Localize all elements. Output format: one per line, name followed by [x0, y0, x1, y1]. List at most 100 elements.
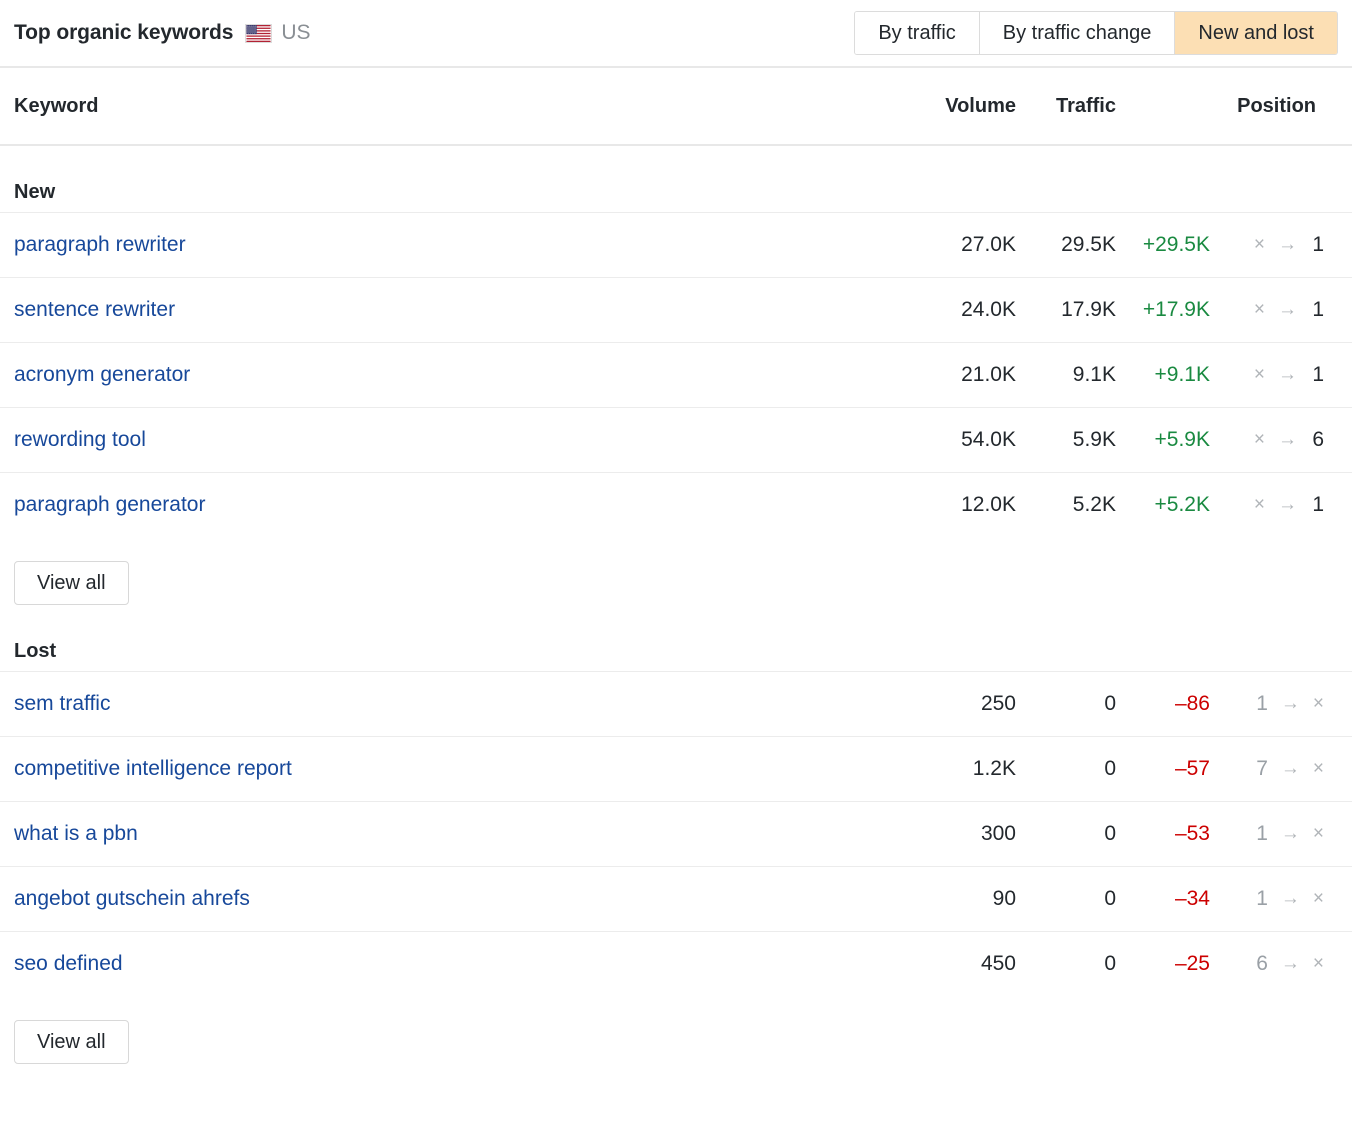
position-cell: 7 → ×: [1224, 757, 1338, 781]
table-row: seo defined4500–256→×: [0, 931, 1352, 996]
traffic-cell: 0: [1016, 692, 1116, 716]
arrow-right-icon: →: [1278, 234, 1297, 256]
keyword-link[interactable]: paragraph generator: [14, 493, 205, 516]
traffic-change-cell: –25: [1116, 952, 1224, 976]
traffic-change-cell: +9.1K: [1116, 363, 1224, 387]
position-from: 1: [1254, 822, 1268, 846]
keyword-link[interactable]: seo defined: [14, 952, 123, 975]
arrow-right-icon: →: [1278, 494, 1297, 516]
arrow-right-icon: →: [1281, 888, 1300, 910]
panel-header: Top organic keywords: [0, 0, 1352, 68]
position-cell: × → 1: [1224, 233, 1338, 257]
keyword-section: Lostsem traffic2500–861→×competitive int…: [0, 605, 1352, 1064]
table-row: paragraph rewriter27.0K29.5K+29.5K×→1: [0, 212, 1352, 277]
arrow-right-icon: →: [1281, 758, 1300, 780]
keyword-cell: seo defined: [0, 952, 902, 976]
keyword-link[interactable]: competitive intelligence report: [14, 757, 292, 780]
traffic-cell: 0: [1016, 822, 1116, 846]
position-to: 1: [1310, 493, 1324, 517]
volume-cell: 24.0K: [902, 298, 1016, 322]
volume-cell: 250: [902, 692, 1016, 716]
traffic-cell: 0: [1016, 887, 1116, 911]
country-indicator: US: [245, 21, 310, 45]
view-all-wrapper: View all: [0, 537, 1352, 605]
keyword-cell: rewording tool: [0, 428, 902, 452]
position-none-icon: ×: [1313, 823, 1324, 845]
page-title: Top organic keywords: [14, 21, 233, 45]
view-all-button[interactable]: View all: [14, 1020, 129, 1064]
arrow-right-icon: →: [1278, 299, 1297, 321]
traffic-change-cell: –34: [1116, 887, 1224, 911]
position-none-icon: ×: [1313, 888, 1324, 910]
tab-by-traffic-change[interactable]: By traffic change: [980, 12, 1176, 54]
keyword-link[interactable]: angebot gutschein ahrefs: [14, 887, 250, 910]
keyword-cell: paragraph rewriter: [0, 233, 902, 257]
traffic-change-cell: –53: [1116, 822, 1224, 846]
keyword-link[interactable]: paragraph rewriter: [14, 233, 186, 256]
position-none-icon: ×: [1313, 758, 1324, 780]
keyword-link[interactable]: sentence rewriter: [14, 298, 175, 321]
keyword-cell: sem traffic: [0, 692, 902, 716]
volume-cell: 27.0K: [902, 233, 1016, 257]
country-label: US: [281, 21, 310, 45]
tab-new-and-lost[interactable]: New and lost: [1175, 12, 1337, 54]
table-row: acronym generator21.0K9.1K+9.1K×→1: [0, 342, 1352, 407]
section-title: New: [0, 146, 1352, 212]
position-to: 6: [1310, 428, 1324, 452]
keyword-link[interactable]: sem traffic: [14, 692, 110, 715]
keyword-link[interactable]: rewording tool: [14, 428, 146, 451]
position-cell: ×→1: [1224, 363, 1338, 387]
traffic-change-cell: +5.9K: [1116, 428, 1224, 452]
position-none-icon: ×: [1313, 693, 1324, 715]
position-none-icon: ×: [1254, 234, 1265, 256]
table-row: what is a pbn 3000–531→×: [0, 801, 1352, 866]
keyword-link[interactable]: acronym generator: [14, 363, 190, 386]
table-row: angebot gutschein ahrefs900–341→×: [0, 866, 1352, 931]
position-cell: 1→×: [1224, 887, 1338, 911]
keyword-cell: angebot gutschein ahrefs: [0, 887, 902, 911]
volume-cell: 21.0K: [902, 363, 1016, 387]
traffic-cell: 29.5K: [1016, 233, 1116, 257]
position-to: 1: [1310, 363, 1324, 387]
position-cell: 1→×: [1224, 822, 1338, 846]
tab-by-traffic[interactable]: By traffic: [855, 12, 979, 54]
table-row: paragraph generator12.0K5.2K+5.2K×→1: [0, 472, 1352, 537]
arrow-right-icon: →: [1281, 953, 1300, 975]
keyword-sections: Newparagraph rewriter27.0K29.5K+29.5K×→1…: [0, 146, 1352, 1064]
volume-cell: 12.0K: [902, 493, 1016, 517]
volume-cell: 90: [902, 887, 1016, 911]
position-cell: ×→6: [1224, 428, 1338, 452]
keyword-cell: acronym generator: [0, 363, 902, 387]
position-cell: × → 1: [1224, 493, 1338, 517]
view-all-button[interactable]: View all: [14, 561, 129, 605]
position-to: 1: [1310, 233, 1324, 257]
position-cell: 6 → ×: [1224, 952, 1338, 976]
position-cell: 1→×: [1224, 692, 1338, 716]
position-cell: ×→1: [1224, 298, 1338, 322]
keyword-section: Newparagraph rewriter27.0K29.5K+29.5K×→1…: [0, 146, 1352, 605]
position-none-icon: ×: [1313, 953, 1324, 975]
us-flag-icon: [245, 24, 272, 43]
traffic-cell: 5.9K: [1016, 428, 1116, 452]
position-from: 7: [1254, 757, 1268, 781]
arrow-right-icon: →: [1278, 429, 1297, 451]
position-from: 1: [1254, 692, 1268, 716]
table-row: sem traffic2500–861→×: [0, 671, 1352, 736]
section-title: Lost: [0, 605, 1352, 671]
position-none-icon: ×: [1254, 494, 1265, 516]
table-row: sentence rewriter24.0K17.9K+17.9K×→1: [0, 277, 1352, 342]
volume-cell: 54.0K: [902, 428, 1016, 452]
position-from: 6: [1254, 952, 1268, 976]
traffic-cell: 0: [1016, 952, 1116, 976]
table-row: rewording tool54.0K5.9K+5.9K×→6: [0, 407, 1352, 472]
traffic-change-cell: +17.9K: [1116, 298, 1224, 322]
table-row: competitive intelligence report1.2K0–577…: [0, 736, 1352, 801]
keyword-cell: what is a pbn: [0, 822, 902, 846]
position-none-icon: ×: [1254, 364, 1265, 386]
traffic-change-cell: +5.2K: [1116, 493, 1224, 517]
keyword-cell: paragraph generator: [0, 493, 902, 517]
column-header-volume: Volume: [902, 95, 1016, 118]
keyword-link[interactable]: what is a pbn: [14, 822, 138, 845]
volume-cell: 300: [902, 822, 1016, 846]
position-none-icon: ×: [1254, 299, 1265, 321]
